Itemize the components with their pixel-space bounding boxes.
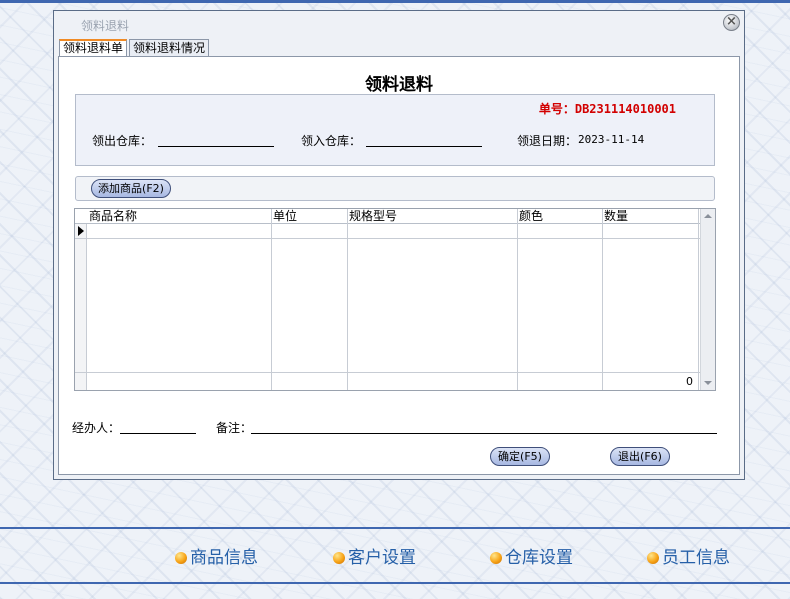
form-panel: 领料退料 单号：DB231114010001 领出仓库： 领入仓库： 领退日期：…	[58, 56, 740, 475]
bottom-nav-bar: 商品信息 客户设置 仓库设置 员工信息	[0, 527, 790, 584]
form-title: 领料退料	[365, 75, 433, 95]
orange-dot-icon	[175, 552, 187, 564]
dialog-title: 领料退料	[81, 19, 130, 33]
return-dialog: 领料退料 × 领料退料单 领料退料情况 领料退料 单号：DB2311140100…	[53, 10, 745, 480]
row-separator	[75, 238, 700, 239]
in-warehouse-label: 领入仓库：	[301, 134, 362, 148]
row-indicator-column	[75, 209, 87, 390]
top-border-line	[0, 0, 790, 3]
col-header-color[interactable]: 颜色	[519, 209, 543, 223]
nav-label: 仓库设置	[505, 548, 573, 568]
confirm-button[interactable]: 确定(F5)	[490, 447, 550, 466]
dialog-titlebar: 领料退料 ×	[54, 11, 744, 37]
col-header-product-name[interactable]: 商品名称	[89, 209, 137, 223]
tab-strip: 领料退料单 领料退料情况	[59, 39, 211, 56]
col-divider	[517, 209, 518, 390]
date-label: 领退日期：	[517, 134, 578, 148]
handler-label: 经办人：	[72, 421, 121, 435]
close-icon[interactable]: ×	[723, 14, 740, 31]
nav-employee-info[interactable]: 员工信息	[647, 548, 730, 568]
col-header-quantity[interactable]: 数量	[604, 209, 628, 223]
nav-label: 员工信息	[662, 548, 730, 568]
out-warehouse-label: 领出仓库：	[92, 134, 153, 148]
remark-field[interactable]	[251, 419, 717, 434]
nav-warehouse-settings[interactable]: 仓库设置	[490, 548, 573, 568]
col-header-spec[interactable]: 规格型号	[349, 209, 397, 223]
order-number-value: DB231114010001	[574, 102, 676, 116]
col-divider	[271, 209, 272, 390]
grid-toolbar: 添加商品(F2)	[75, 176, 715, 201]
remark-label: 备注：	[216, 421, 253, 435]
exit-button[interactable]: 退出(F6)	[610, 447, 670, 466]
scroll-down-icon[interactable]	[704, 381, 712, 385]
col-divider	[347, 209, 348, 390]
orange-dot-icon	[490, 552, 502, 564]
in-warehouse-field[interactable]	[366, 132, 482, 147]
orange-dot-icon	[333, 552, 345, 564]
tab-return-status[interactable]: 领料退料情况	[129, 39, 210, 56]
current-row-arrow-icon	[78, 226, 84, 236]
out-warehouse-field[interactable]	[158, 132, 274, 147]
scroll-up-icon[interactable]	[704, 214, 712, 218]
order-number-label: 单号：	[538, 102, 575, 116]
date-value[interactable]: 2023-11-14	[578, 133, 644, 146]
product-grid[interactable]: 商品名称 单位 规格型号 颜色 数量 0	[74, 208, 716, 391]
grid-scrollbar[interactable]	[700, 209, 715, 390]
col-divider	[602, 209, 603, 390]
add-product-button[interactable]: 添加商品(F2)	[91, 179, 171, 198]
total-quantity: 0	[686, 375, 693, 388]
col-divider	[698, 209, 699, 390]
header-info-box: 单号：DB231114010001 领出仓库： 领入仓库： 领退日期： 2023…	[75, 94, 715, 166]
nav-customer-settings[interactable]: 客户设置	[333, 548, 416, 568]
col-header-unit[interactable]: 单位	[273, 209, 297, 223]
orange-dot-icon	[647, 552, 659, 564]
nav-label: 商品信息	[190, 548, 258, 568]
nav-product-info[interactable]: 商品信息	[175, 548, 258, 568]
handler-field[interactable]	[120, 419, 196, 434]
total-row-separator	[75, 372, 700, 373]
nav-label: 客户设置	[348, 548, 416, 568]
order-number: 单号：DB231114010001	[539, 100, 676, 117]
tab-return-form[interactable]: 领料退料单	[59, 39, 128, 56]
